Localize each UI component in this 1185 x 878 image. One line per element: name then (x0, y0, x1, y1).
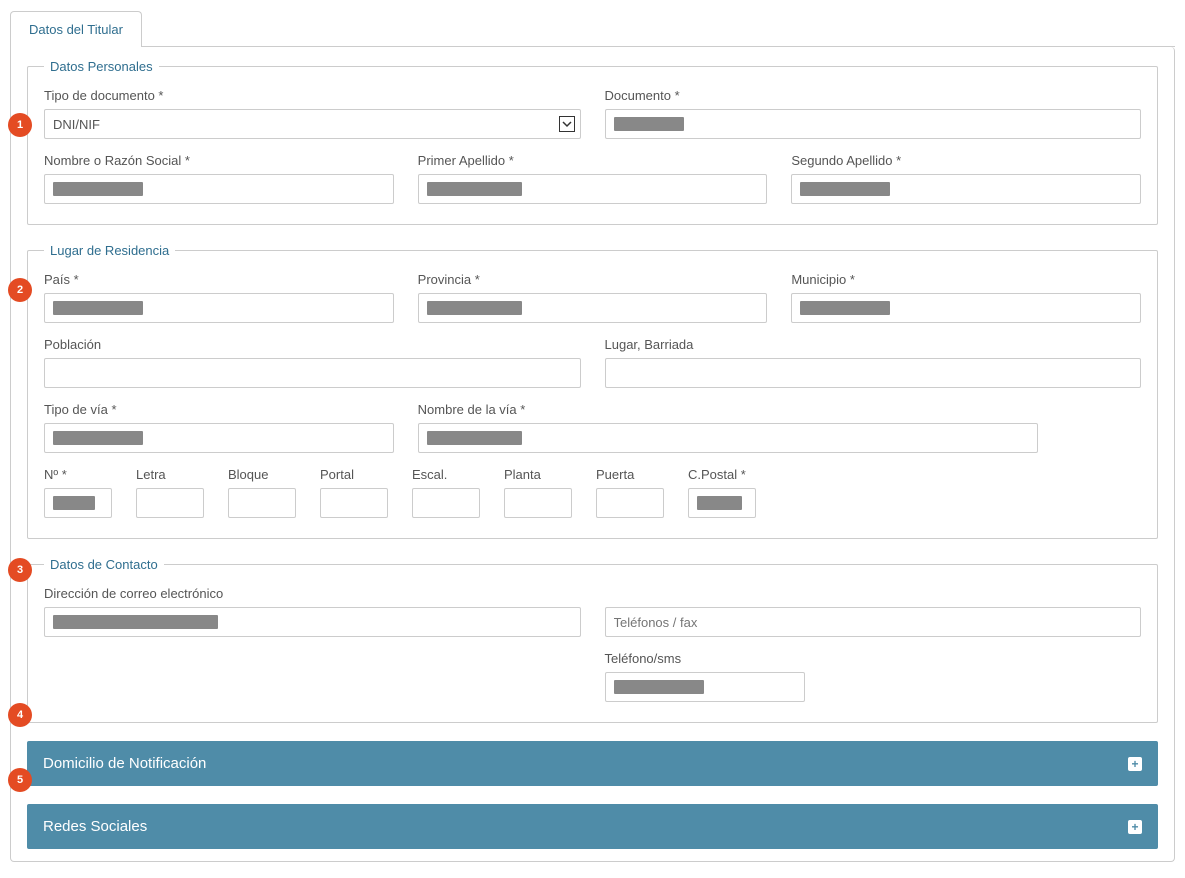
legend-lugar-residencia: Lugar de Residencia (44, 243, 175, 258)
label-nombre: Nombre o Razón Social * (44, 153, 394, 168)
annotation-badge-5: 5 (8, 768, 32, 792)
input-documento[interactable] (605, 109, 1142, 139)
fieldset-datos-contacto: Datos de Contacto Dirección de correo el… (27, 557, 1158, 723)
label-escal: Escal. (412, 467, 480, 482)
input-portal[interactable] (320, 488, 388, 518)
input-numero[interactable] (44, 488, 112, 518)
fieldset-datos-personales: Datos Personales Tipo de documento * Doc… (27, 59, 1158, 225)
label-numero: Nº * (44, 467, 112, 482)
legend-datos-personales: Datos Personales (44, 59, 159, 74)
label-tipo-documento: Tipo de documento * (44, 88, 581, 103)
annotation-badge-4: 4 (8, 703, 32, 727)
plus-icon: + (1128, 820, 1142, 834)
redacted-value (427, 182, 522, 196)
annotation-badge-2: 2 (8, 278, 32, 302)
label-puerta: Puerta (596, 467, 664, 482)
input-tipo-via[interactable] (44, 423, 394, 453)
redacted-value (53, 615, 218, 629)
label-email: Dirección de correo electrónico (44, 586, 581, 601)
label-tipo-via: Tipo de vía * (44, 402, 394, 417)
redacted-value (800, 301, 890, 315)
input-escal[interactable] (412, 488, 480, 518)
fieldset-lugar-residencia: Lugar de Residencia País * Provincia * M… (27, 243, 1158, 539)
label-portal: Portal (320, 467, 388, 482)
select-tipo-documento[interactable] (44, 109, 581, 139)
redacted-value (53, 431, 143, 445)
input-poblacion[interactable] (44, 358, 581, 388)
input-telefono-sms[interactable] (605, 672, 805, 702)
input-email[interactable] (44, 607, 581, 637)
input-letra[interactable] (136, 488, 204, 518)
accordion-title: Domicilio de Notificación (43, 755, 206, 772)
input-bloque[interactable] (228, 488, 296, 518)
redacted-value (427, 431, 522, 445)
input-nombre[interactable] (44, 174, 394, 204)
label-documento: Documento * (605, 88, 1142, 103)
redacted-value (614, 680, 704, 694)
tab-datos-titular[interactable]: Datos del Titular (10, 11, 142, 47)
label-letra: Letra (136, 467, 204, 482)
input-segundo-apellido[interactable] (791, 174, 1141, 204)
label-nombre-via: Nombre de la vía * (418, 402, 1038, 417)
input-provincia[interactable] (418, 293, 768, 323)
annotation-badge-1: 1 (8, 113, 32, 137)
input-pais[interactable] (44, 293, 394, 323)
label-cpostal: C.Postal * (688, 467, 756, 482)
label-primer-apellido: Primer Apellido * (418, 153, 768, 168)
label-poblacion: Población (44, 337, 581, 352)
label-lugar-barriada: Lugar, Barriada (605, 337, 1142, 352)
label-telefono-sms: Teléfono/sms (605, 651, 1142, 666)
input-planta[interactable] (504, 488, 572, 518)
tab-panel: Datos Personales Tipo de documento * Doc… (10, 47, 1175, 862)
redacted-value (53, 496, 95, 510)
redacted-value (614, 117, 684, 131)
accordion-title: Redes Sociales (43, 818, 147, 835)
input-municipio[interactable] (791, 293, 1141, 323)
annotation-badge-3: 3 (8, 558, 32, 582)
input-telefonos[interactable] (605, 607, 1142, 637)
label-segundo-apellido: Segundo Apellido * (791, 153, 1141, 168)
plus-icon: + (1128, 757, 1142, 771)
redacted-value (800, 182, 890, 196)
redacted-value (697, 496, 742, 510)
label-bloque: Bloque (228, 467, 296, 482)
label-pais: País * (44, 272, 394, 287)
label-municipio: Municipio * (791, 272, 1141, 287)
redacted-value (427, 301, 522, 315)
input-puerta[interactable] (596, 488, 664, 518)
accordion-domicilio-notificacion[interactable]: Domicilio de Notificación + (27, 741, 1158, 786)
input-lugar-barriada[interactable] (605, 358, 1142, 388)
redacted-value (53, 301, 143, 315)
page: 1 2 3 4 5 Datos del Titular Datos Person… (10, 10, 1175, 862)
label-provincia: Provincia * (418, 272, 768, 287)
input-nombre-via[interactable] (418, 423, 1038, 453)
tabs: Datos del Titular (10, 10, 1175, 47)
input-cpostal[interactable] (688, 488, 756, 518)
label-planta: Planta (504, 467, 572, 482)
legend-datos-contacto: Datos de Contacto (44, 557, 164, 572)
input-primer-apellido[interactable] (418, 174, 768, 204)
accordion-redes-sociales[interactable]: Redes Sociales + (27, 804, 1158, 849)
redacted-value (53, 182, 143, 196)
